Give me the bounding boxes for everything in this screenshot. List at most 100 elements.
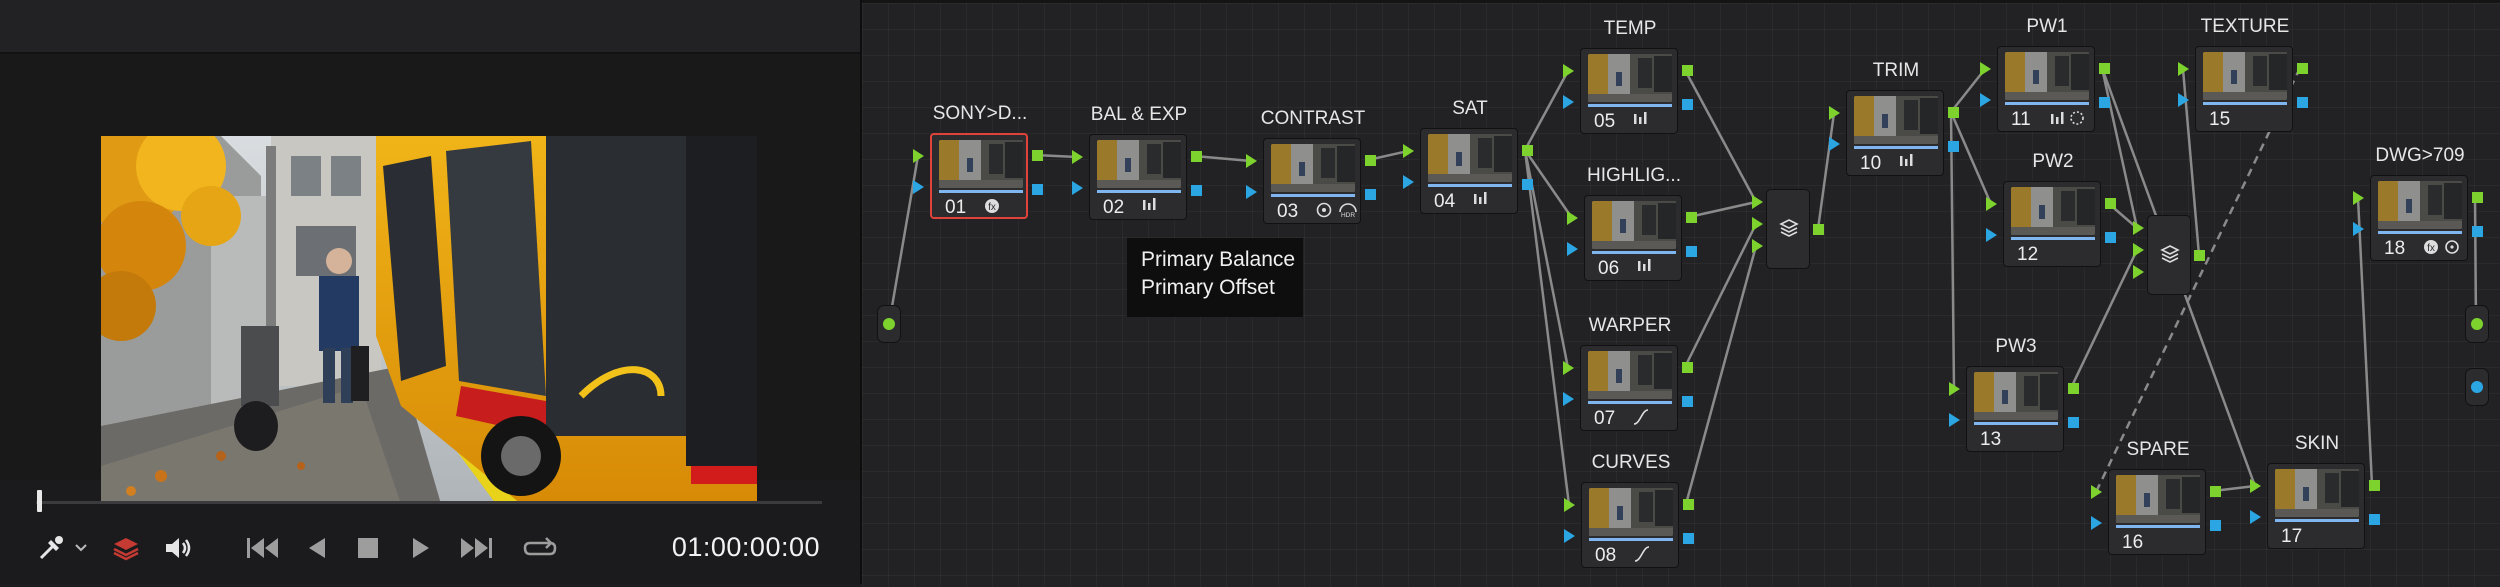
rgb-input-port[interactable]: [1567, 211, 1578, 225]
jump-to-last-frame-icon[interactable]: [456, 530, 496, 566]
key-input-port[interactable]: [1829, 137, 1840, 151]
rgb-input-port[interactable]: [1563, 64, 1574, 78]
mixer-input-port[interactable]: [2133, 243, 2144, 257]
key-output-port[interactable]: [2105, 232, 2116, 243]
key-input-port[interactable]: [913, 180, 924, 194]
key-output-port[interactable]: [1522, 179, 1533, 190]
key-output-port[interactable]: [1032, 184, 1043, 195]
chevron-down-icon[interactable]: [72, 530, 90, 566]
rgb-output-port[interactable]: [2210, 486, 2221, 497]
node-body[interactable]: 07: [1580, 345, 1678, 431]
node-17[interactable]: SKIN 17: [2250, 433, 2380, 549]
timeline-scrubber[interactable]: [36, 501, 822, 504]
rgb-input-port[interactable]: [2091, 485, 2102, 499]
rgb-output-port[interactable]: [2472, 192, 2483, 203]
node-body[interactable]: 02: [1089, 134, 1187, 220]
rgb-output-port[interactable]: [1032, 150, 1043, 161]
node-04[interactable]: SAT 04: [1403, 98, 1533, 214]
play-icon[interactable]: [408, 530, 436, 566]
node-body[interactable]: 03 HDR: [1263, 138, 1361, 224]
rgb-output-port[interactable]: [1522, 145, 1533, 156]
node-11[interactable]: PW1 11: [1980, 16, 2110, 132]
node-body[interactable]: 13: [1966, 366, 2064, 452]
node-16[interactable]: SPARE 16: [2091, 439, 2221, 555]
mixer-input-port[interactable]: [1752, 239, 1763, 253]
rgb-output-port[interactable]: [1191, 151, 1202, 162]
rgb-input-port[interactable]: [1980, 62, 1991, 76]
node-body[interactable]: 10: [1846, 90, 1944, 176]
loop-icon[interactable]: [520, 530, 560, 566]
rgb-input-port[interactable]: [1072, 150, 1083, 164]
rgb-input-port[interactable]: [1403, 144, 1414, 158]
rgb-input-port[interactable]: [1564, 498, 1575, 512]
node-05[interactable]: TEMP 05: [1563, 18, 1693, 134]
jump-to-first-frame-icon[interactable]: [243, 530, 283, 566]
key-output-port[interactable]: [2210, 520, 2221, 531]
node-body[interactable]: 18 fx: [2370, 175, 2468, 261]
mixer-input-port[interactable]: [2133, 265, 2144, 279]
layer-mixer-node-1[interactable]: [1766, 189, 1810, 269]
mixer-output-port[interactable]: [2194, 250, 2205, 261]
node-editor[interactable]: SONY>D... 01 fx BAL & EXP 02 CONTRAST 03 HDR SAT…: [862, 0, 2500, 587]
key-input-port[interactable]: [1567, 242, 1578, 256]
node-body[interactable]: 11: [1997, 46, 2095, 132]
key-input-port[interactable]: [1403, 175, 1414, 189]
node-18[interactable]: DWG>709 18 fx: [2353, 145, 2483, 261]
node-06[interactable]: HIGHLIG... 06: [1567, 165, 1697, 281]
rgb-output-port[interactable]: [1948, 107, 1959, 118]
mixer-input-port[interactable]: [2133, 221, 2144, 235]
rgb-output-port[interactable]: [2297, 63, 2308, 74]
key-input-port[interactable]: [2091, 516, 2102, 530]
key-output-port[interactable]: [2369, 514, 2380, 525]
node-body[interactable]: 01 fx: [930, 133, 1028, 219]
node-body[interactable]: 08: [1581, 482, 1679, 568]
rgb-output-port[interactable]: [2099, 63, 2110, 74]
key-output-port[interactable]: [1191, 185, 1202, 196]
mixer-input-port[interactable]: [1752, 217, 1763, 231]
node-body[interactable]: 12: [2003, 181, 2101, 267]
node-12[interactable]: PW2 12: [1986, 151, 2116, 267]
color-picker-icon[interactable]: [34, 530, 68, 566]
key-output-port[interactable]: [1682, 99, 1693, 110]
key-output-port[interactable]: [1686, 246, 1697, 257]
key-input-port[interactable]: [1980, 93, 1991, 107]
playhead-handle[interactable]: [37, 490, 42, 512]
rgb-input-port[interactable]: [2178, 62, 2189, 76]
key-input-port[interactable]: [1072, 181, 1083, 195]
rgb-output-port[interactable]: [2105, 198, 2116, 209]
stop-icon[interactable]: [354, 530, 382, 566]
node-10[interactable]: TRIM 10: [1829, 60, 1959, 176]
rgb-output-port[interactable]: [1682, 65, 1693, 76]
node-body[interactable]: 17: [2267, 463, 2365, 549]
key-output-port[interactable]: [1365, 189, 1376, 200]
key-input-port[interactable]: [1563, 95, 1574, 109]
node-15[interactable]: TEXTURE 15: [2178, 16, 2308, 132]
node-02[interactable]: BAL & EXP 02: [1072, 104, 1202, 220]
rgb-input-port[interactable]: [1949, 382, 1960, 396]
node-07[interactable]: WARPER 07: [1563, 315, 1693, 431]
key-input-port[interactable]: [1986, 228, 1997, 242]
node-body[interactable]: 04: [1420, 128, 1518, 214]
key-output-port[interactable]: [2068, 417, 2079, 428]
rgb-input-port[interactable]: [1563, 361, 1574, 375]
output-alpha[interactable]: [2465, 368, 2489, 406]
mixer-output-port[interactable]: [1813, 224, 1824, 235]
node-13[interactable]: PW3 13: [1949, 336, 2079, 452]
key-input-port[interactable]: [1564, 529, 1575, 543]
node-body[interactable]: 16: [2108, 469, 2206, 555]
rgb-input-port[interactable]: [1829, 106, 1840, 120]
key-input-port[interactable]: [1563, 392, 1574, 406]
key-input-port[interactable]: [1949, 413, 1960, 427]
key-output-port[interactable]: [2472, 226, 2483, 237]
layers-icon[interactable]: [108, 530, 144, 566]
key-input-port[interactable]: [1246, 185, 1257, 199]
rgb-output-port[interactable]: [1682, 362, 1693, 373]
key-output-port[interactable]: [1948, 141, 1959, 152]
node-01[interactable]: SONY>D... 01 fx: [913, 103, 1043, 219]
rgb-output-port[interactable]: [1365, 155, 1376, 166]
play-reverse-icon[interactable]: [302, 530, 330, 566]
rgb-input-port[interactable]: [913, 149, 924, 163]
key-output-port[interactable]: [1683, 533, 1694, 544]
output-rgb[interactable]: [2465, 305, 2489, 343]
key-input-port[interactable]: [2178, 93, 2189, 107]
